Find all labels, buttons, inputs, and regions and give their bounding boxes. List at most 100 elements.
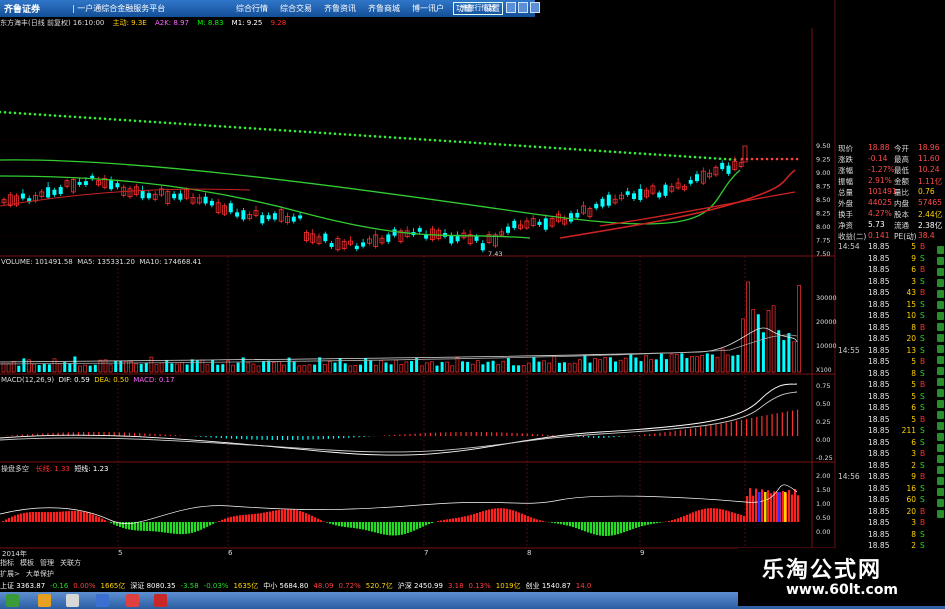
tab-indicator[interactable]: 指标 <box>0 558 14 568</box>
tick-row[interactable]: 18.85 6 S <box>838 438 936 448</box>
side-tool-icon[interactable] <box>937 455 944 463</box>
tick-row[interactable]: 18.85 20 B <box>838 507 936 517</box>
side-tool-icon[interactable] <box>937 510 944 518</box>
side-tool-icon[interactable] <box>937 290 944 298</box>
volume-bar <box>470 363 475 373</box>
tick-row[interactable]: 18.85 2 S <box>838 461 936 471</box>
indicator-bar <box>572 522 575 528</box>
tick-row[interactable]: 18.85 3 B <box>838 449 936 459</box>
volume-axis-label: 20000 <box>816 318 837 326</box>
tab-bigorder[interactable]: 大单保护 <box>26 569 54 579</box>
tick-row[interactable]: 18.85 5 B <box>838 380 936 390</box>
volume-bar <box>47 364 51 372</box>
side-tool-icon[interactable] <box>937 378 944 386</box>
tick-row[interactable]: 18.85 43 B <box>838 288 936 298</box>
side-tool-icon[interactable] <box>937 334 944 342</box>
indicator-bar <box>26 512 29 522</box>
indicator-bar <box>89 513 92 522</box>
tick-row[interactable]: 18.85 8 S <box>838 530 936 540</box>
side-tool-icon[interactable] <box>937 444 944 452</box>
indicator-bar <box>230 516 233 522</box>
side-tool-icon[interactable] <box>937 422 944 430</box>
side-tool-icon[interactable] <box>937 389 944 397</box>
tick-row[interactable]: 18.85 5 B <box>838 415 936 425</box>
indicator-bar <box>206 522 209 527</box>
side-tool-icon[interactable] <box>937 312 944 320</box>
indicator-bar <box>623 522 626 533</box>
tab-template[interactable]: 模板 <box>20 558 34 568</box>
app-icon-4[interactable] <box>154 594 167 607</box>
side-tool-icon[interactable] <box>937 367 944 375</box>
tick-row[interactable]: 18.85 6 S <box>838 403 936 413</box>
side-tool-icon[interactable] <box>937 323 944 331</box>
side-tool-icon[interactable] <box>937 356 944 364</box>
side-tool-icon[interactable] <box>937 477 944 485</box>
app-icon-3[interactable] <box>126 594 139 607</box>
tab-manage[interactable]: 管理 <box>40 558 54 568</box>
tick-row[interactable]: 18.85 15 S <box>838 300 936 310</box>
quote-label-2: 最高 <box>894 155 909 164</box>
tick-row[interactable]: 18.85 5 B <box>838 357 936 367</box>
indicator-bar <box>428 522 431 525</box>
side-tool-icon[interactable] <box>937 499 944 507</box>
tick-row[interactable]: 18.85 8 S <box>838 369 936 379</box>
indicator-bar <box>743 515 746 522</box>
side-tool-icon[interactable] <box>937 433 944 441</box>
candle-body <box>20 193 25 199</box>
tick-row[interactable]: 18.85 3 S <box>838 277 936 287</box>
tick-row[interactable]: 18.85 6 B <box>838 265 936 275</box>
indicator-bar <box>584 522 587 532</box>
long-ma-dot <box>298 130 302 133</box>
tick-volume: 60 <box>906 495 916 504</box>
tick-row[interactable]: 18.85 3 B <box>838 518 936 528</box>
side-tool-icon[interactable] <box>937 488 944 496</box>
long-ma-dot <box>703 156 707 160</box>
tab-related[interactable]: 关联方 <box>60 558 81 568</box>
quote-label-2: PE(动) <box>894 232 917 241</box>
volume-bar <box>246 362 251 373</box>
side-tool-icon[interactable] <box>937 246 944 254</box>
tick-row[interactable]: 18.85 8 B <box>838 323 936 333</box>
app-icon-2[interactable] <box>96 594 109 607</box>
side-tool-icon[interactable] <box>937 257 944 265</box>
side-tool-icon[interactable] <box>937 411 944 419</box>
tick-flag: S <box>920 426 925 435</box>
indicator-bar <box>305 513 308 522</box>
tick-row[interactable]: 18.85 16 S <box>838 484 936 494</box>
kline-chart-canvas[interactable]: 9.50 9.25 9.00 8.75 8.50 8.25 8.00 7.75 7.50 3000… <box>0 0 945 609</box>
tick-row[interactable]: 14:56 18.85 9 B <box>838 472 936 482</box>
time-axis: 2014年 5 6 7 8 9 <box>0 549 835 559</box>
start-icon[interactable] <box>6 594 19 607</box>
indicator-bar <box>332 522 335 525</box>
tick-row[interactable]: 18.85 211 S <box>838 426 936 436</box>
tick-row[interactable]: 14:54 18.85 5 B <box>838 242 936 252</box>
side-tool-icon[interactable] <box>937 268 944 276</box>
tick-row[interactable]: 18.85 60 S <box>838 495 936 505</box>
side-tool-icon[interactable] <box>937 466 944 474</box>
tick-row[interactable]: 18.85 5S <box>838 392 936 402</box>
tick-row[interactable]: 18.85 20 S <box>838 334 936 344</box>
tick-row[interactable]: 18.85 9 S <box>838 254 936 264</box>
side-tool-icon[interactable] <box>937 345 944 353</box>
indicator-bar <box>236 515 239 522</box>
indicator-bar <box>20 513 23 522</box>
quote-value: 4.27% <box>868 209 892 218</box>
volume-bar <box>700 354 705 373</box>
long-ma-dot <box>103 117 107 121</box>
side-tool-icon[interactable] <box>937 301 944 309</box>
app-icon-1[interactable] <box>66 594 79 607</box>
side-tool-icon[interactable] <box>937 279 944 287</box>
tick-row[interactable]: 18.85 10 S <box>838 311 936 321</box>
indicator-bar <box>239 515 242 522</box>
macd-dif: DIF: 0.59 <box>58 376 90 384</box>
volume-bar <box>313 364 317 372</box>
tick-price: 18.85 <box>868 460 890 470</box>
side-tool-icon[interactable] <box>937 400 944 408</box>
indicator-bar <box>554 522 557 524</box>
indicator-bar <box>347 522 350 528</box>
indicator-bar <box>527 516 530 522</box>
tab-expand[interactable]: 扩展> <box>0 569 20 579</box>
tick-row[interactable]: 14:55 18.85 13 S <box>838 346 936 356</box>
volume-ma10: MA10: 174668.41 <box>139 258 202 266</box>
folder-icon[interactable] <box>38 594 51 607</box>
